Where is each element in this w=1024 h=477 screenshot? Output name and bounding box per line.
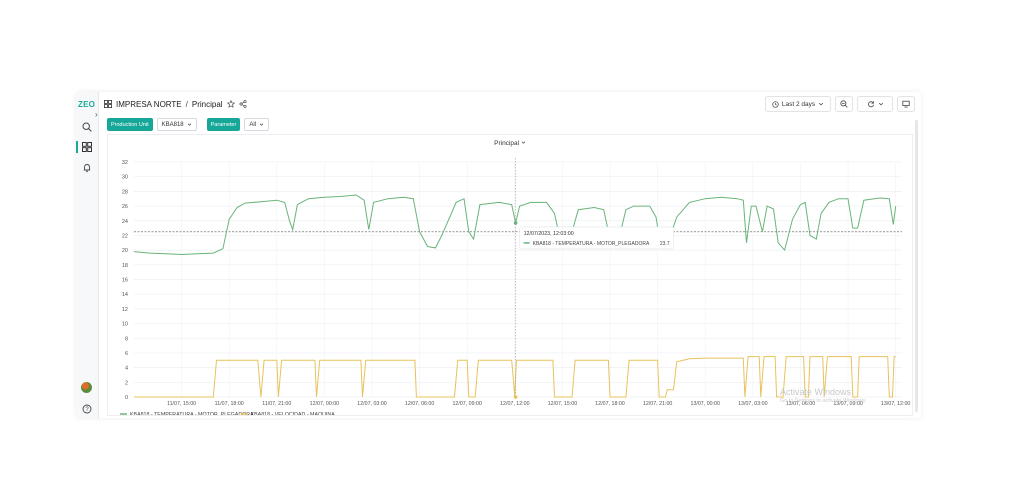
help-icon[interactable]: ? xyxy=(81,403,93,415)
tooltip-time: 12/07/2023, 12:03:00 xyxy=(524,231,574,237)
time-series-chart[interactable]: 0246810121416182022242628303211/07, 15:0… xyxy=(108,135,912,415)
tv-mode-button[interactable] xyxy=(897,96,915,112)
dashboard-window: ZEO › ? IMPRESA NORTE / Principal Last 2… xyxy=(76,92,921,418)
y-tick-label: 8 xyxy=(125,336,128,342)
parameter-value: All xyxy=(249,121,256,128)
x-tick-label: 13/07, 12:00 xyxy=(881,401,911,407)
active-indicator xyxy=(76,141,78,153)
tooltip-series: KBA818 - TEMPERATURA - MOTOR_PLEGADORA xyxy=(533,241,650,247)
y-tick-label: 6 xyxy=(125,351,128,357)
chevron-down-icon xyxy=(819,102,824,106)
scrollbar[interactable] xyxy=(915,120,918,412)
monitor-icon xyxy=(902,100,910,108)
folder-title[interactable]: IMPRESA NORTE xyxy=(116,100,182,109)
x-tick-label: 11/07, 21:00 xyxy=(262,401,291,407)
x-tick-label: 12/07, 00:00 xyxy=(310,401,340,407)
chevron-down-icon xyxy=(187,123,191,126)
y-tick-label: 16 xyxy=(122,278,128,284)
y-tick-label: 26 xyxy=(122,204,128,210)
x-tick-label: 11/07, 18:00 xyxy=(215,401,244,407)
star-icon[interactable] xyxy=(226,100,235,108)
y-tick-label: 28 xyxy=(122,189,128,195)
variable-filters: Production Unit KBA818 Parameter All xyxy=(107,118,269,131)
production-unit-select[interactable]: KBA818 xyxy=(156,118,197,131)
y-tick-label: 4 xyxy=(125,366,128,372)
y-tick-label: 0 xyxy=(125,395,128,401)
svg-text:?: ? xyxy=(85,407,89,413)
x-tick-label: 13/07, 03:00 xyxy=(738,401,768,407)
dashboards-icon[interactable] xyxy=(81,141,93,153)
header: IMPRESA NORTE / Principal Last 2 days xyxy=(104,96,915,112)
toolbar: Last 2 days xyxy=(765,96,915,112)
legend-label[interactable]: KBA818 - TEMPERATURA - MOTOR_PLEGADORA xyxy=(130,412,254,415)
parameter-label: Parameter xyxy=(206,118,241,131)
hover-point xyxy=(513,221,518,225)
x-tick-label: 12/07, 06:00 xyxy=(405,401,435,407)
parameter-select[interactable]: All xyxy=(244,118,269,131)
breadcrumb: IMPRESA NORTE / Principal xyxy=(104,100,247,109)
sidebar: ZEO › ? xyxy=(76,92,99,418)
bell-icon[interactable] xyxy=(81,162,93,174)
x-tick-label: 12/07, 03:00 xyxy=(357,401,387,407)
share-icon[interactable] xyxy=(239,100,247,108)
tooltip-value: 23.7 xyxy=(660,241,670,247)
y-tick-label: 10 xyxy=(122,322,128,328)
x-tick-label: 12/07, 12:00 xyxy=(500,401,530,407)
refresh-button[interactable] xyxy=(857,96,893,112)
chevron-down-icon xyxy=(259,123,264,126)
y-tick-label: 20 xyxy=(122,248,128,254)
production-unit-label: Production Unit xyxy=(107,118,153,131)
production-unit-value: KBA818 xyxy=(161,121,184,128)
search-icon[interactable] xyxy=(81,121,93,133)
time-range-label: Last 2 days xyxy=(781,100,816,108)
y-tick-label: 24 xyxy=(122,219,128,225)
hover-point xyxy=(513,395,518,399)
app-logo[interactable]: ZEO xyxy=(78,100,95,109)
chart-panel: Principal 0 2 4 6 8 10 12 14 16 18 20 22 24 26 28 30 32 1… xyxy=(107,134,913,416)
y-tick-label: 32 xyxy=(122,160,128,166)
y-tick-label: 18 xyxy=(122,263,128,269)
grid-icon xyxy=(104,100,112,108)
x-tick-label: 12/07, 15:00 xyxy=(548,401,578,407)
zoom-out-button[interactable] xyxy=(835,96,853,112)
x-tick-label: 12/07, 18:00 xyxy=(595,401,625,407)
legend-label[interactable]: KBA818 - VELOCIDAD - MAQUINA xyxy=(251,412,336,415)
clock-icon xyxy=(772,100,779,108)
x-tick-label: 13/07, 00:00 xyxy=(691,401,721,407)
x-tick-label: 12/07, 21:00 xyxy=(643,401,673,407)
y-tick-label: 12 xyxy=(122,307,128,313)
activate-windows-hint: Go to Settings to activate Windows. xyxy=(780,398,867,404)
y-tick-label: 2 xyxy=(125,380,128,386)
x-tick-label: 11/07, 15:00 xyxy=(167,401,196,407)
x-tick-label: 12/07, 09:00 xyxy=(452,401,482,407)
expand-sidebar-icon[interactable]: › xyxy=(95,110,98,119)
user-avatar[interactable] xyxy=(81,382,92,393)
time-range-picker[interactable]: Last 2 days xyxy=(765,96,831,112)
chevron-down-icon xyxy=(878,102,883,106)
breadcrumb-separator: / xyxy=(185,99,188,109)
y-tick-label: 30 xyxy=(122,175,128,181)
activate-windows-watermark: Activate Windows xyxy=(780,387,852,397)
y-tick-label: 14 xyxy=(122,292,128,298)
zoom-out-icon xyxy=(840,100,848,108)
page-title: Principal xyxy=(191,99,223,109)
refresh-icon xyxy=(867,101,874,108)
y-tick-label: 22 xyxy=(122,233,128,239)
